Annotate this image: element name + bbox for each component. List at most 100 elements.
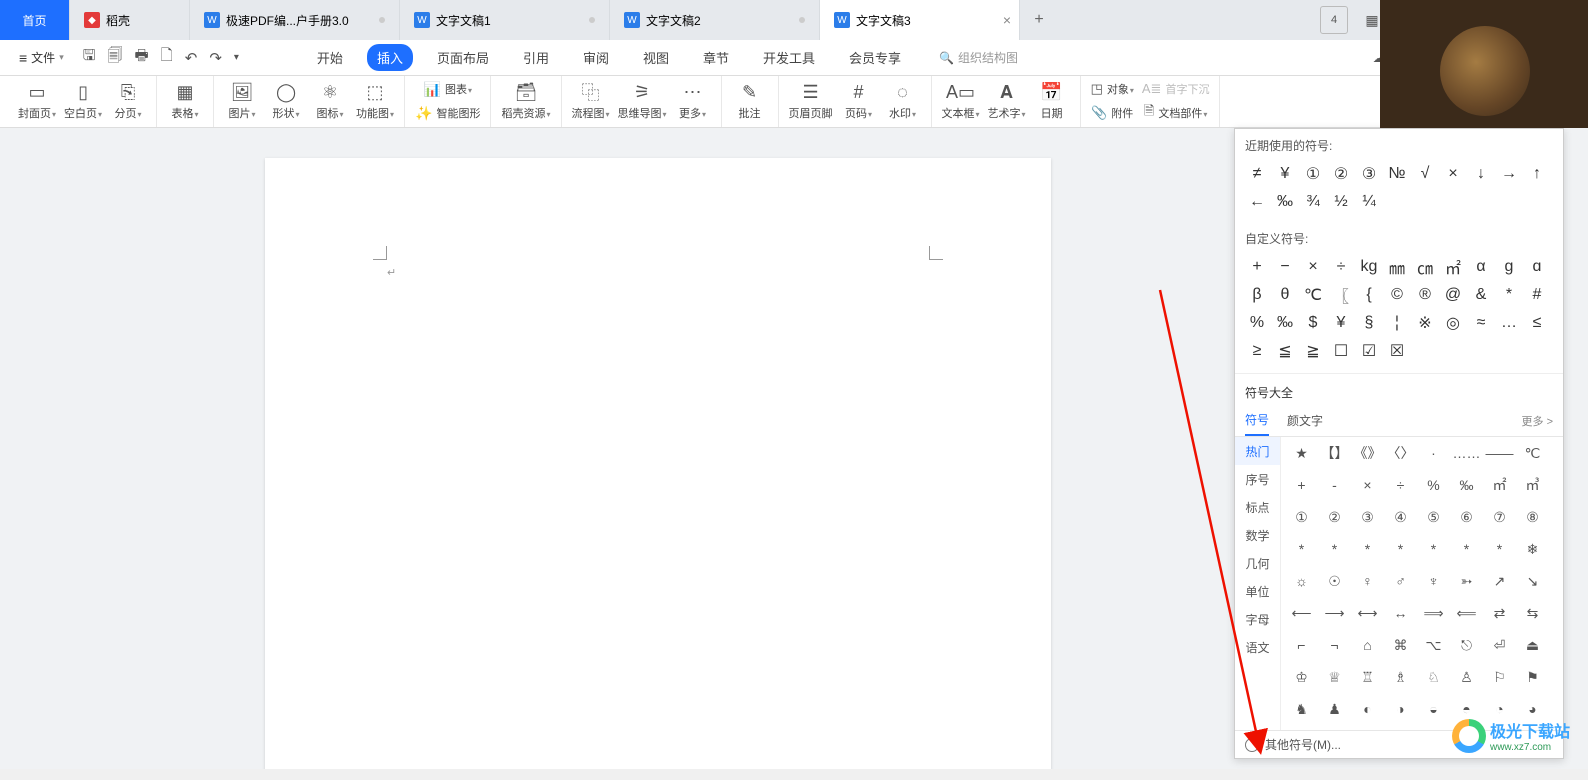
- menu-tab-references[interactable]: 引用: [513, 44, 559, 71]
- symbol-cell[interactable]: ⇄: [1483, 599, 1516, 627]
- symbol-cell[interactable]: ♙: [1450, 663, 1483, 691]
- textbox-button[interactable]: A▭文本框: [938, 76, 984, 126]
- symbol-cell[interactable]: ×: [1351, 471, 1384, 499]
- symbol-cell[interactable]: ©: [1383, 281, 1411, 309]
- symbol-cell[interactable]: ➳: [1450, 567, 1483, 595]
- symbol-cell[interactable]: ③: [1355, 160, 1383, 188]
- header-footer-button[interactable]: ☰页眉页脚: [785, 76, 837, 126]
- symbol-category[interactable]: 数学: [1235, 521, 1280, 549]
- save-icon[interactable]: 🖫: [83, 45, 96, 70]
- symbol-tab-emoji[interactable]: 颜文字: [1287, 406, 1323, 435]
- symbol-cell[interactable]: ↘: [1516, 567, 1549, 595]
- symbol-cell[interactable]: §: [1355, 309, 1383, 337]
- symbol-category[interactable]: 热门: [1235, 437, 1280, 465]
- more-button[interactable]: ⋯更多: [671, 76, 715, 126]
- symbol-cell[interactable]: ‰: [1271, 309, 1299, 337]
- menu-tab-review[interactable]: 审阅: [573, 44, 619, 71]
- symbol-cell[interactable]: ④: [1384, 503, 1417, 531]
- symbol-cell[interactable]: kg: [1355, 253, 1383, 281]
- symbol-cell[interactable]: ♕: [1318, 663, 1351, 691]
- symbol-cell[interactable]: @: [1439, 281, 1467, 309]
- symbol-cell[interactable]: ⇆: [1516, 599, 1549, 627]
- symbol-cell[interactable]: ♂: [1384, 567, 1417, 595]
- symbol-cell[interactable]: ≥: [1243, 337, 1271, 365]
- symbol-cell[interactable]: ¬: [1318, 631, 1351, 659]
- docker-resource-button[interactable]: 🗃稻壳资源: [497, 76, 554, 126]
- symbol-cell[interactable]: ℃: [1516, 439, 1549, 467]
- symbol-cell[interactable]: ①: [1285, 503, 1318, 531]
- symbol-cell[interactable]: ③: [1351, 503, 1384, 531]
- symbol-category[interactable]: 序号: [1235, 465, 1280, 493]
- symbol-cell[interactable]: *: [1285, 535, 1318, 563]
- symbol-cell[interactable]: ↓: [1467, 160, 1495, 188]
- symbol-cell[interactable]: ⟸: [1450, 599, 1483, 627]
- symbol-cell[interactable]: ☐: [1327, 337, 1355, 365]
- symbol-cell[interactable]: ♔: [1285, 663, 1318, 691]
- symbol-cell[interactable]: ♀: [1351, 567, 1384, 595]
- smartart-button[interactable]: ⬚功能图: [352, 76, 398, 126]
- shape-button[interactable]: ◯形状: [264, 76, 308, 126]
- symbol-cell[interactable]: ⑥: [1450, 503, 1483, 531]
- feature-search[interactable]: 🔍 组织结构图: [939, 49, 1018, 66]
- symbol-cell[interactable]: +: [1285, 471, 1318, 499]
- symbol-cell[interactable]: ♗: [1384, 663, 1417, 691]
- menu-tab-chapter[interactable]: 章节: [693, 44, 739, 71]
- symbol-cell[interactable]: ≈: [1467, 309, 1495, 337]
- page-number-button[interactable]: #页码: [837, 76, 881, 126]
- menu-tab-insert[interactable]: 插入: [367, 44, 413, 71]
- symbol-cell[interactable]: ⚐: [1483, 663, 1516, 691]
- symbol-category[interactable]: 单位: [1235, 577, 1280, 605]
- symbol-cell[interactable]: ◒: [1417, 695, 1450, 723]
- symbol-cell[interactable]: ÷: [1384, 471, 1417, 499]
- symbol-cell[interactable]: *: [1495, 281, 1523, 309]
- blank-page-button[interactable]: ▯空白页: [60, 76, 106, 126]
- save-as-icon[interactable]: 🗐: [108, 45, 123, 70]
- symbol-category[interactable]: 字母: [1235, 605, 1280, 633]
- symbol-cell[interactable]: ↔: [1384, 599, 1417, 627]
- tab-doc-4-active[interactable]: W 文字文稿3 ×: [820, 0, 1020, 40]
- symbol-cell[interactable]: ㎥: [1516, 471, 1549, 499]
- symbol-cell[interactable]: ※: [1411, 309, 1439, 337]
- symbol-cell[interactable]: ≦: [1271, 337, 1299, 365]
- symbol-cell[interactable]: #: [1523, 281, 1551, 309]
- symbol-cell[interactable]: ¥: [1327, 309, 1355, 337]
- redo-icon[interactable]: ↷: [209, 49, 222, 67]
- symbol-cell[interactable]: …: [1495, 309, 1523, 337]
- symbol-category[interactable]: 几何: [1235, 549, 1280, 577]
- menu-tab-devtools[interactable]: 开发工具: [753, 44, 825, 71]
- symbol-cell[interactable]: -: [1318, 471, 1351, 499]
- symbol-cell[interactable]: &: [1467, 281, 1495, 309]
- symbol-cell[interactable]: ⚑: [1516, 663, 1549, 691]
- symbol-cell[interactable]: %: [1243, 309, 1271, 337]
- mindmap-button[interactable]: ⚞思维导图: [614, 76, 671, 126]
- menu-tab-start[interactable]: 开始: [307, 44, 353, 71]
- symbol-cell[interactable]: ②: [1327, 160, 1355, 188]
- symbol-cell[interactable]: *: [1384, 535, 1417, 563]
- tab-home[interactable]: 首页: [0, 0, 70, 40]
- symbol-cell[interactable]: ⌂: [1351, 631, 1384, 659]
- symbol-cell[interactable]: ×: [1439, 160, 1467, 188]
- tab-doc-2[interactable]: W 文字文稿1: [400, 0, 610, 40]
- icon-button[interactable]: ⚛图标: [308, 76, 352, 126]
- menu-tab-layout[interactable]: 页面布局: [427, 44, 499, 71]
- symbol-cell[interactable]: *: [1417, 535, 1450, 563]
- new-tab-button[interactable]: +: [1020, 0, 1058, 40]
- symbol-cell[interactable]: {: [1355, 281, 1383, 309]
- symbol-cell[interactable]: ㎡: [1439, 253, 1467, 281]
- page-break-button[interactable]: ⎘分页: [106, 76, 150, 126]
- symbol-cell[interactable]: ¾: [1299, 188, 1327, 216]
- comment-button[interactable]: ✎批注: [728, 76, 772, 126]
- symbol-cell[interactable]: %: [1417, 471, 1450, 499]
- symbol-cell[interactable]: ☒: [1383, 337, 1411, 365]
- symbol-cell[interactable]: ®: [1411, 281, 1439, 309]
- symbol-cell[interactable]: ⑧: [1516, 503, 1549, 531]
- symbol-cell[interactable]: θ: [1271, 281, 1299, 309]
- symbol-cell[interactable]: −: [1271, 253, 1299, 281]
- date-button[interactable]: 📅日期: [1030, 76, 1074, 126]
- symbol-cell[interactable]: $: [1299, 309, 1327, 337]
- symbol-cell[interactable]: ⟷: [1351, 599, 1384, 627]
- undo-icon[interactable]: ↶: [185, 49, 198, 67]
- symbol-cell[interactable]: ℃: [1299, 281, 1327, 309]
- symbol-cell[interactable]: ☼: [1285, 567, 1318, 595]
- symbol-cell[interactable]: ☑: [1355, 337, 1383, 365]
